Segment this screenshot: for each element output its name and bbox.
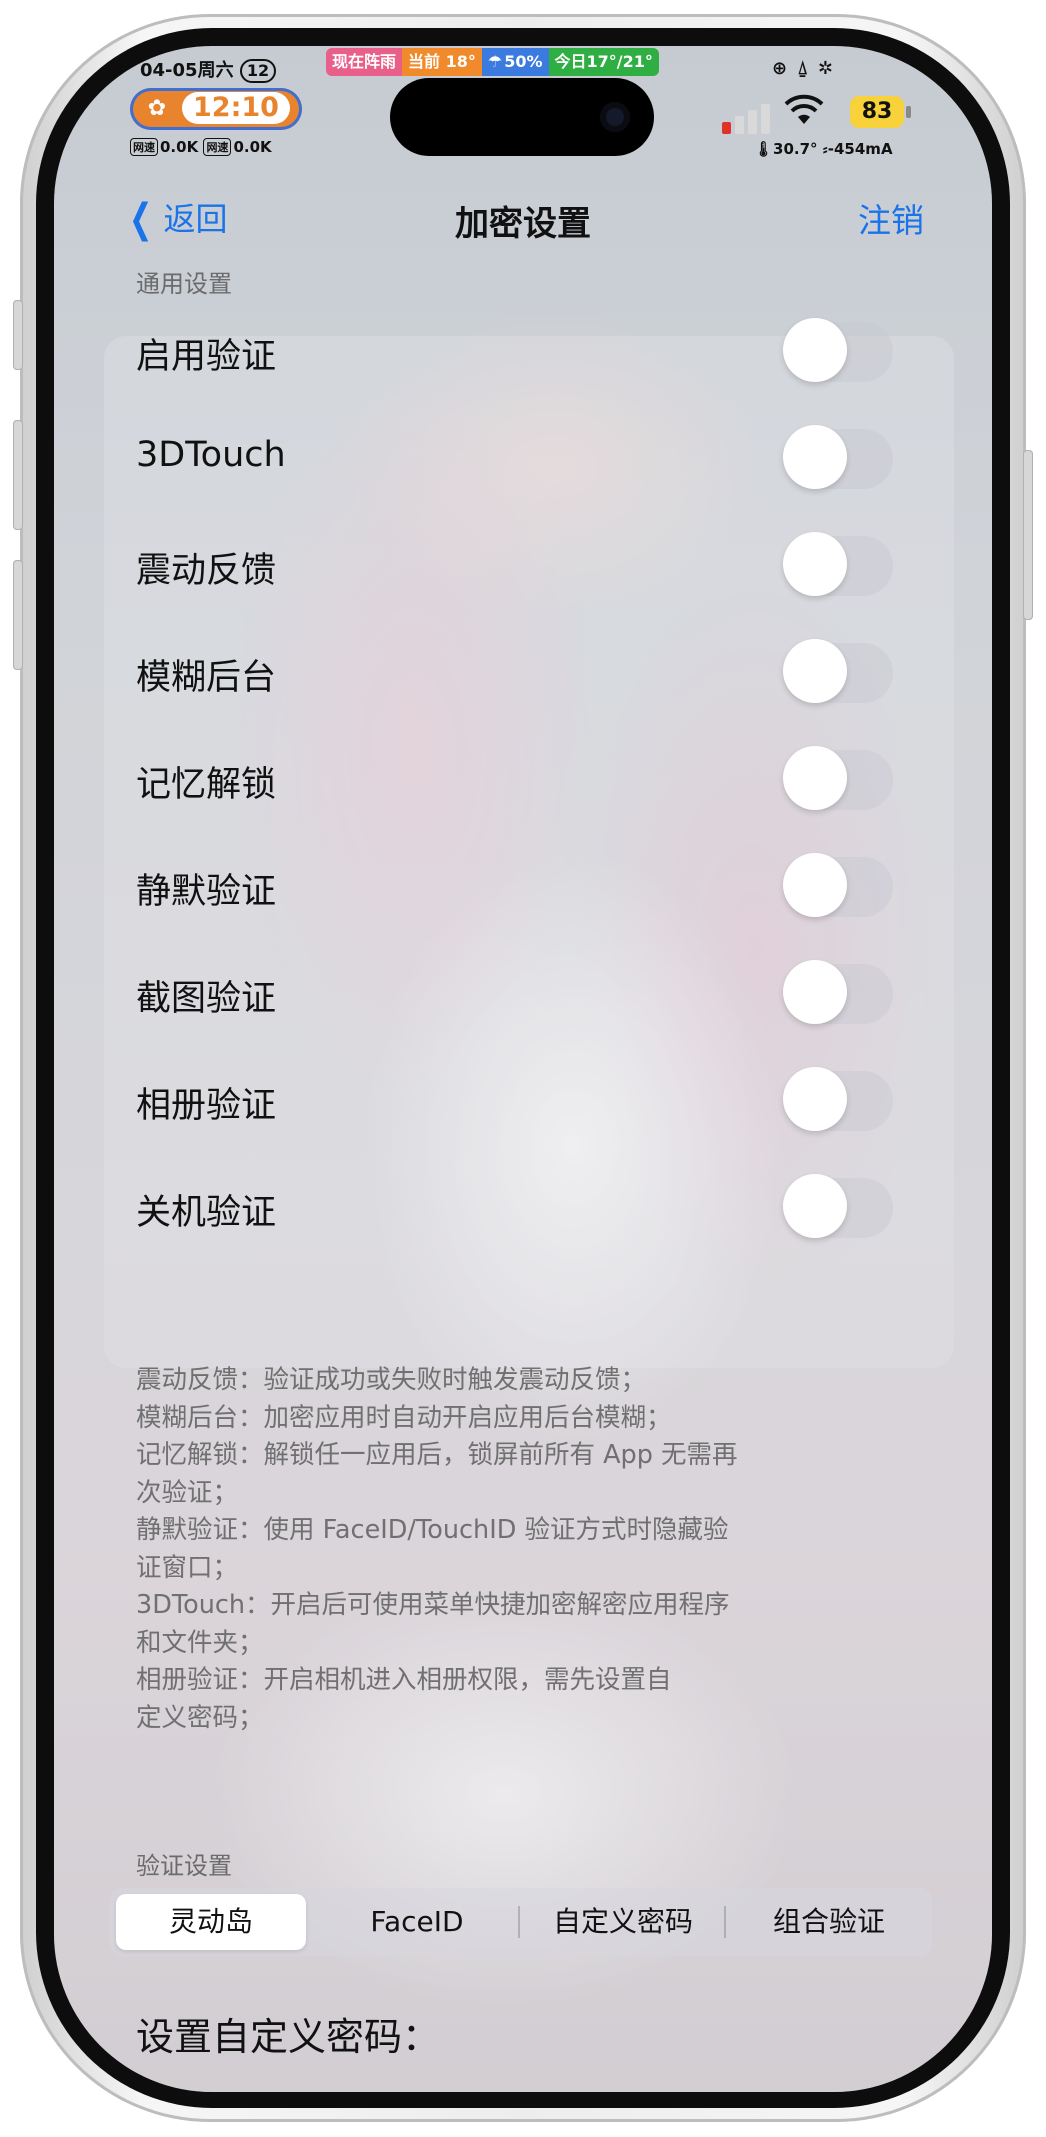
description-line: 和文件夹； <box>136 1627 264 1658</box>
status-right-icons: ⊕⍙✲ <box>772 58 843 79</box>
settings-description: 震动反馈：验证成功或失败时触发震动反馈； 模糊后台：加密应用时自动开启应用后台模… <box>136 1362 916 1737</box>
verify-method-segmented-control: 灵动岛 FaceID 自定义密码 组合验证 <box>110 1888 932 1956</box>
signal-strength-icon <box>722 98 782 134</box>
setting-label: 记忆解锁 <box>136 765 277 805</box>
battery-info: 🌡30.7° ⸗-454mA <box>754 140 893 158</box>
battery-level: 83 <box>850 96 904 128</box>
setting-label: 模糊后台 <box>136 658 277 698</box>
setting-row-shutdown-verify: 关机验证 <box>136 1152 936 1258</box>
net-tag-down: 网速 <box>203 138 232 156</box>
setting-label: 相册验证 <box>136 1086 277 1126</box>
toggle-blur-background[interactable] <box>783 639 893 703</box>
status-time: 12:10 <box>182 92 290 124</box>
status-date: 04-05周六 12 <box>140 56 277 83</box>
toggle-remember-unlock[interactable] <box>783 746 893 810</box>
logout-button[interactable]: 注销 <box>858 194 924 242</box>
segment-divider <box>518 1906 520 1938</box>
setting-row-blur-background: 模糊后台 <box>136 617 936 723</box>
setting-row-remember-unlock: 记忆解锁 <box>136 724 936 830</box>
setting-label: 关机验证 <box>136 1193 277 1233</box>
toggle-knob <box>783 960 847 1024</box>
alarm-icon: ⍙ <box>797 58 818 79</box>
battery-nub <box>906 106 911 118</box>
toggle-enable-verify[interactable] <box>783 318 893 382</box>
date-badge: 12 <box>239 59 277 83</box>
description-line: 记忆解锁：解锁任一应用后，锁屏前所有 App 无需再 <box>136 1440 738 1470</box>
power-button <box>1023 450 1033 620</box>
setting-label: 3DTouch <box>136 435 286 475</box>
description-line: 证窗口； <box>136 1552 239 1583</box>
setting-label: 截图验证 <box>136 979 277 1019</box>
toggle-knob <box>783 1174 847 1238</box>
thermometer-icon: 🌡 <box>754 140 774 158</box>
weather-temp: 当前 18° <box>402 48 482 76</box>
toggle-album-verify[interactable] <box>783 1067 893 1131</box>
volume-down-button <box>13 560 23 670</box>
description-line: 静默验证：使用 FaceID/TouchID 验证方式时隐藏验 <box>136 1515 729 1545</box>
segment-faceid[interactable]: FaceID <box>322 1894 512 1950</box>
toggle-knob <box>783 532 847 596</box>
page-title: 加密设置 <box>455 204 591 244</box>
toggle-knob <box>783 425 847 489</box>
weather-humidity: ☂ 50% <box>481 48 549 76</box>
weather-now: 现在阵雨 <box>326 48 403 76</box>
setting-row-3dtouch: 3DTouch <box>136 403 936 509</box>
net-up: 0.0K <box>160 138 199 156</box>
fan-icon: ✲ <box>817 58 843 79</box>
toggle-knob <box>783 1067 847 1131</box>
segment-combined-verify[interactable]: 组合验证 <box>734 1894 924 1950</box>
toggle-screenshot-verify[interactable] <box>783 960 893 1024</box>
setting-row-vibration: 震动反馈 <box>136 510 936 616</box>
description-line: 定义密码； <box>136 1702 264 1733</box>
dynamic-island <box>390 78 654 156</box>
battery-info-text: 30.7° ⸗-454mA <box>773 140 893 158</box>
segment-dynamic-island[interactable]: 灵动岛 <box>116 1894 306 1950</box>
setting-row-silent-verify: 静默验证 <box>136 831 936 937</box>
front-camera-icon <box>600 102 630 132</box>
huawei-logo-icon: ✿ <box>147 96 167 121</box>
section-header-verify: 验证设置 <box>136 1852 232 1880</box>
toggle-3dtouch[interactable] <box>783 425 893 489</box>
network-speed: 网速 0.0K 网速 0.0K <box>130 138 272 156</box>
toggle-vibration[interactable] <box>783 532 893 596</box>
setting-label: 静默验证 <box>136 872 277 912</box>
action-button <box>13 300 23 370</box>
section-header-general: 通用设置 <box>136 270 232 298</box>
setting-label: 震动反馈 <box>136 551 277 591</box>
date-text: 04-05周六 <box>140 60 234 81</box>
description-line: 模糊后台：加密应用时自动开启应用后台模糊； <box>136 1402 672 1433</box>
setting-row-screenshot-verify: 截图验证 <box>136 938 936 1044</box>
weather-today: 今日17°/21° <box>548 48 659 76</box>
net-tag-up: 网速 <box>130 138 158 156</box>
humidity-value: 50% <box>504 52 543 71</box>
toggle-knob <box>783 853 847 917</box>
toggle-knob <box>783 318 847 382</box>
description-line: 相册验证：开启相机进入相册权限，需先设置自 <box>136 1665 672 1695</box>
description-line: 3DTouch：开启后可使用菜单快捷加密解密应用程序 <box>136 1590 730 1620</box>
rain-cloud-icon: ☂ <box>487 52 503 71</box>
description-line: 次验证； <box>136 1477 239 1508</box>
time-pill: ✿ 12:10 <box>130 88 302 130</box>
screen: 04-05周六 12 ✿ 12:10 网速 0.0K 网速 0.0K 现在阵雨 当前… <box>54 46 992 2092</box>
custom-password-title: 设置自定义密码： <box>136 2015 441 2059</box>
description-line: 震动反馈：验证成功或失败时触发震动反馈； <box>136 1365 647 1395</box>
toggle-silent-verify[interactable] <box>783 853 893 917</box>
volume-up-button <box>13 420 23 530</box>
segment-divider <box>724 1906 726 1938</box>
net-down: 0.0K <box>233 138 272 156</box>
setting-row-album-verify: 相册验证 <box>136 1045 936 1151</box>
location-icon: ⊕ <box>772 58 798 79</box>
setting-row-enable-verify: 启用验证 <box>136 296 936 402</box>
segment-custom-password[interactable]: 自定义密码 <box>528 1894 718 1950</box>
wifi-icon <box>784 94 824 134</box>
toggle-knob <box>783 746 847 810</box>
setting-label: 启用验证 <box>136 337 277 377</box>
toggle-knob <box>783 639 847 703</box>
toggle-shutdown-verify[interactable] <box>783 1174 893 1238</box>
weather-bar: 现在阵雨 当前 18° ☂ 50% 今日17°/21° <box>326 48 659 76</box>
